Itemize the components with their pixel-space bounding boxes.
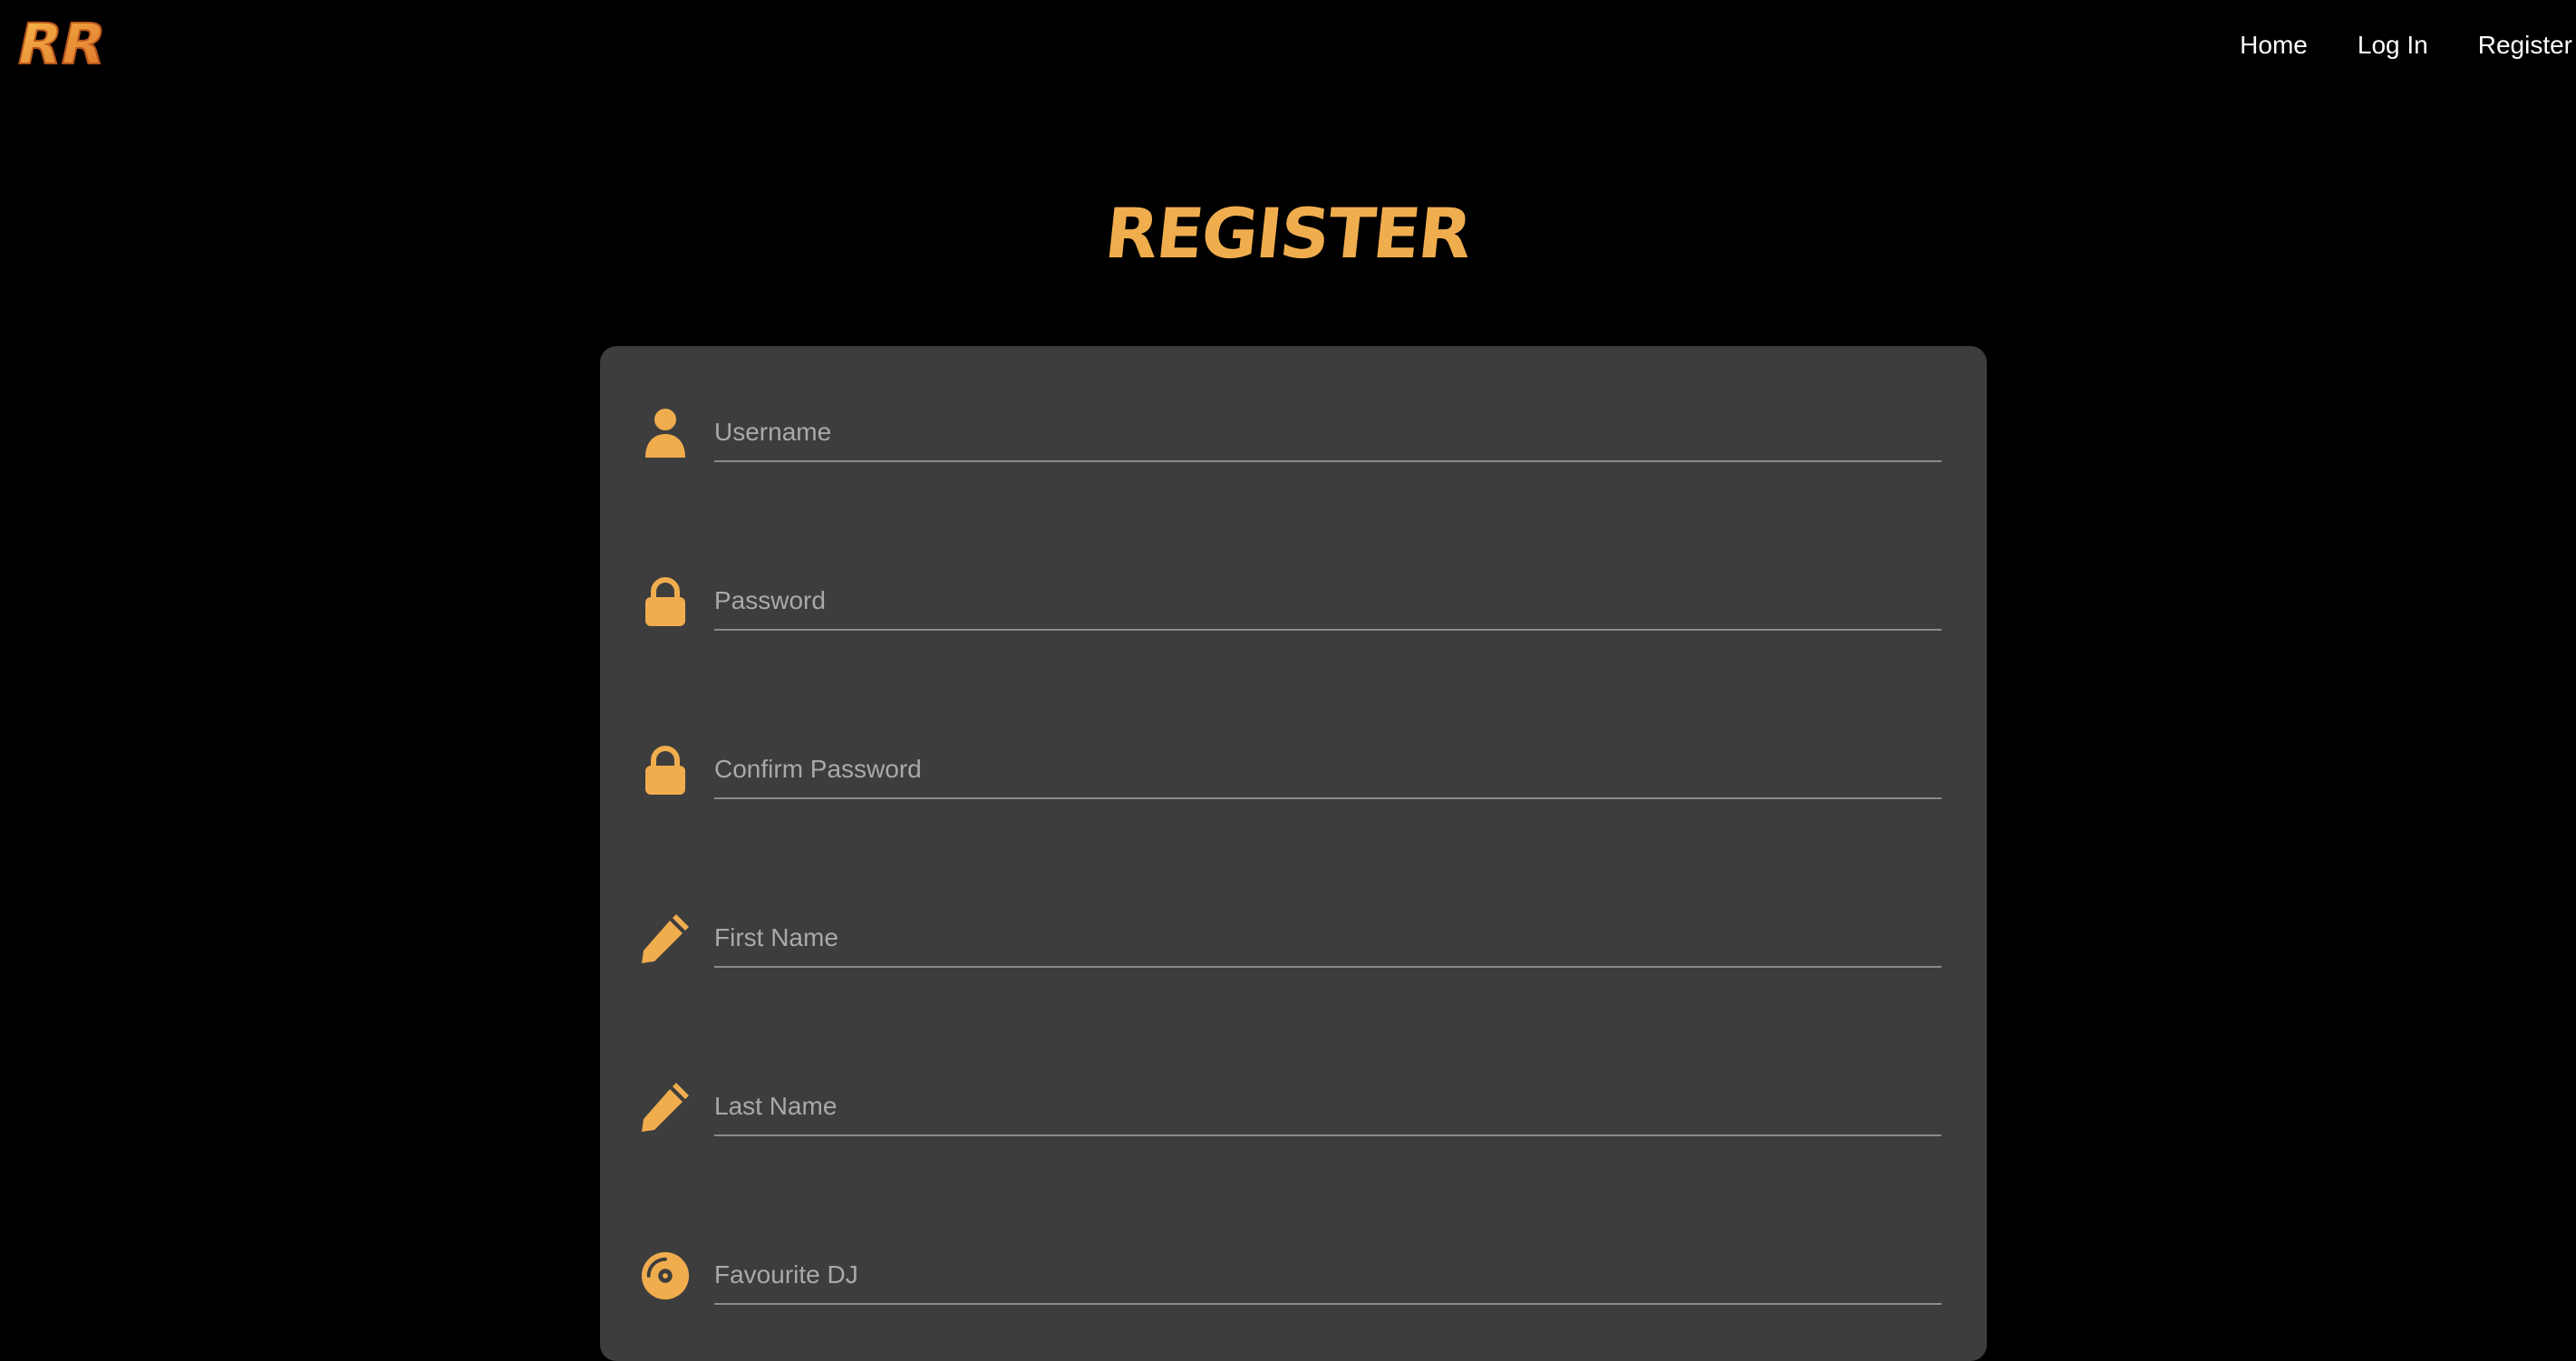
confirm-password-input[interactable] <box>714 741 1942 799</box>
page-title-text: REGISTER <box>1101 193 1476 274</box>
username-input[interactable] <box>714 404 1942 462</box>
lock-icon <box>640 573 691 631</box>
pencil-icon <box>640 1078 691 1136</box>
nav-register-link[interactable]: Register <box>2478 27 2572 63</box>
last-name-field-group <box>640 1078 1947 1151</box>
favourite-dj-input[interactable] <box>714 1247 1942 1305</box>
password-input[interactable] <box>714 573 1942 631</box>
logo-graphic: RR <box>11 11 113 78</box>
favourite-dj-field-group <box>640 1247 1947 1319</box>
register-form-card <box>600 346 1987 1361</box>
page-title: REGISTER <box>1101 193 1476 274</box>
top-navigation-bar: RR Home Log In Register <box>0 0 2576 94</box>
last-name-input[interactable] <box>714 1078 1942 1136</box>
first-name-input[interactable] <box>714 910 1942 968</box>
username-field-group <box>640 404 1947 477</box>
main-nav: Home Log In Register <box>2190 27 2572 63</box>
brand-logo[interactable]: RR <box>11 11 127 78</box>
page-title-container: REGISTER <box>0 178 2576 277</box>
pencil-icon <box>640 910 691 968</box>
password-field-group <box>640 573 1947 645</box>
nav-home-link[interactable]: Home <box>2240 27 2308 63</box>
confirm-password-field-group <box>640 741 1947 814</box>
record-icon <box>640 1247 691 1305</box>
user-icon <box>640 404 691 462</box>
first-name-field-group <box>640 910 1947 982</box>
lock-icon <box>640 741 691 799</box>
logo-text: RR <box>15 12 111 72</box>
nav-login-link[interactable]: Log In <box>2358 27 2428 63</box>
